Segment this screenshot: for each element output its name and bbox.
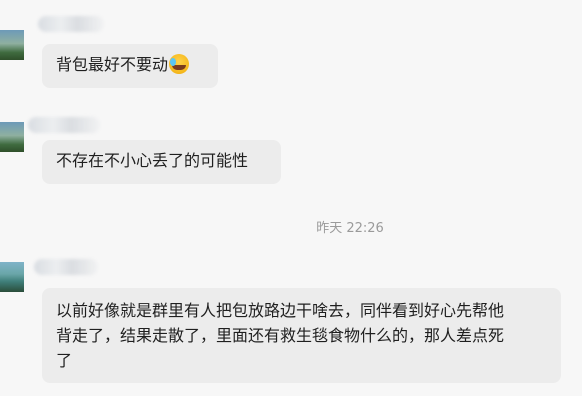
message-bubble[interactable]: 不存在不小心丢了的可能性 (42, 140, 281, 184)
sender-name-blurred (38, 16, 104, 32)
message-text: 背包最好不要动 (56, 55, 169, 74)
sender-name-blurred (34, 259, 98, 275)
sender-avatar[interactable] (0, 122, 24, 152)
sender-avatar[interactable] (0, 262, 24, 292)
message-line: 以前好像就是群里有人把包放路边干啥去，同伴看到好心先帮他 (56, 301, 505, 320)
laughing-crying-emoji-icon (169, 54, 190, 74)
date-divider: 昨天 22:26 (316, 221, 384, 236)
message-text: 不存在不小心丢了的可能性 (56, 151, 249, 170)
message-line: 背走了，结果走散了，里面还有救生毯食物什么的，那人差点死 (56, 326, 505, 345)
message-bubble[interactable]: 背包最好不要动 (42, 44, 218, 88)
sender-avatar[interactable] (0, 30, 24, 60)
message-line: 了 (56, 351, 73, 370)
message-bubble[interactable]: 以前好像就是群里有人把包放路边干啥去，同伴看到好心先帮他 背走了，结果走散了，里… (42, 288, 561, 383)
sender-name-blurred (28, 117, 100, 133)
